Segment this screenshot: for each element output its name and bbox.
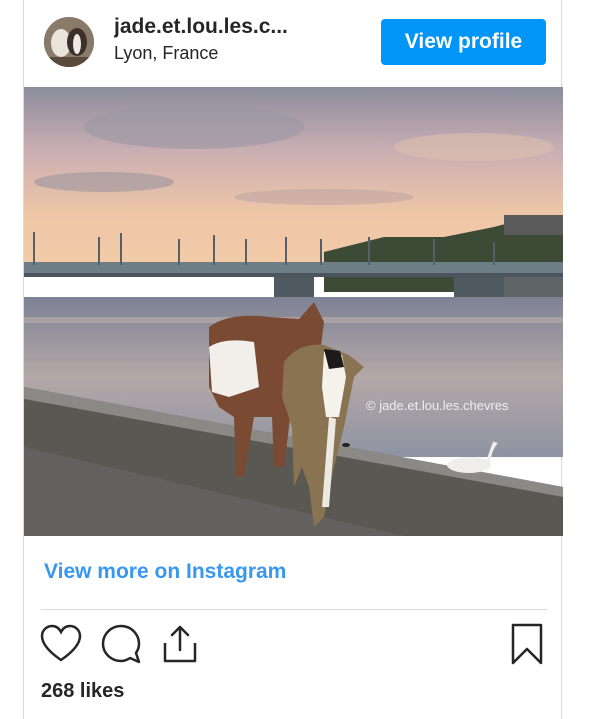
username-link[interactable]: jade.et.lou.les.c... <box>114 15 314 39</box>
view-profile-button[interactable]: View profile <box>381 19 546 65</box>
share-icon[interactable] <box>158 622 202 666</box>
user-info: jade.et.lou.les.c... Lyon, France <box>114 15 314 64</box>
instagram-embed-card: jade.et.lou.les.c... Lyon, France View p… <box>23 0 563 719</box>
comment-icon[interactable] <box>99 622 143 666</box>
likes-count[interactable]: 268 likes <box>41 680 124 703</box>
avatar[interactable] <box>44 17 94 67</box>
divider <box>41 609 547 610</box>
view-more-link[interactable]: View more on Instagram <box>44 560 286 584</box>
photo-watermark: © jade.et.lou.les.chevres <box>366 398 509 413</box>
bookmark-icon[interactable] <box>505 622 549 666</box>
heart-icon[interactable] <box>39 622 83 666</box>
post-header: jade.et.lou.les.c... Lyon, France View p… <box>24 0 563 87</box>
post-image[interactable]: © jade.et.lou.les.chevres <box>24 87 563 536</box>
location-link[interactable]: Lyon, France <box>114 43 314 64</box>
